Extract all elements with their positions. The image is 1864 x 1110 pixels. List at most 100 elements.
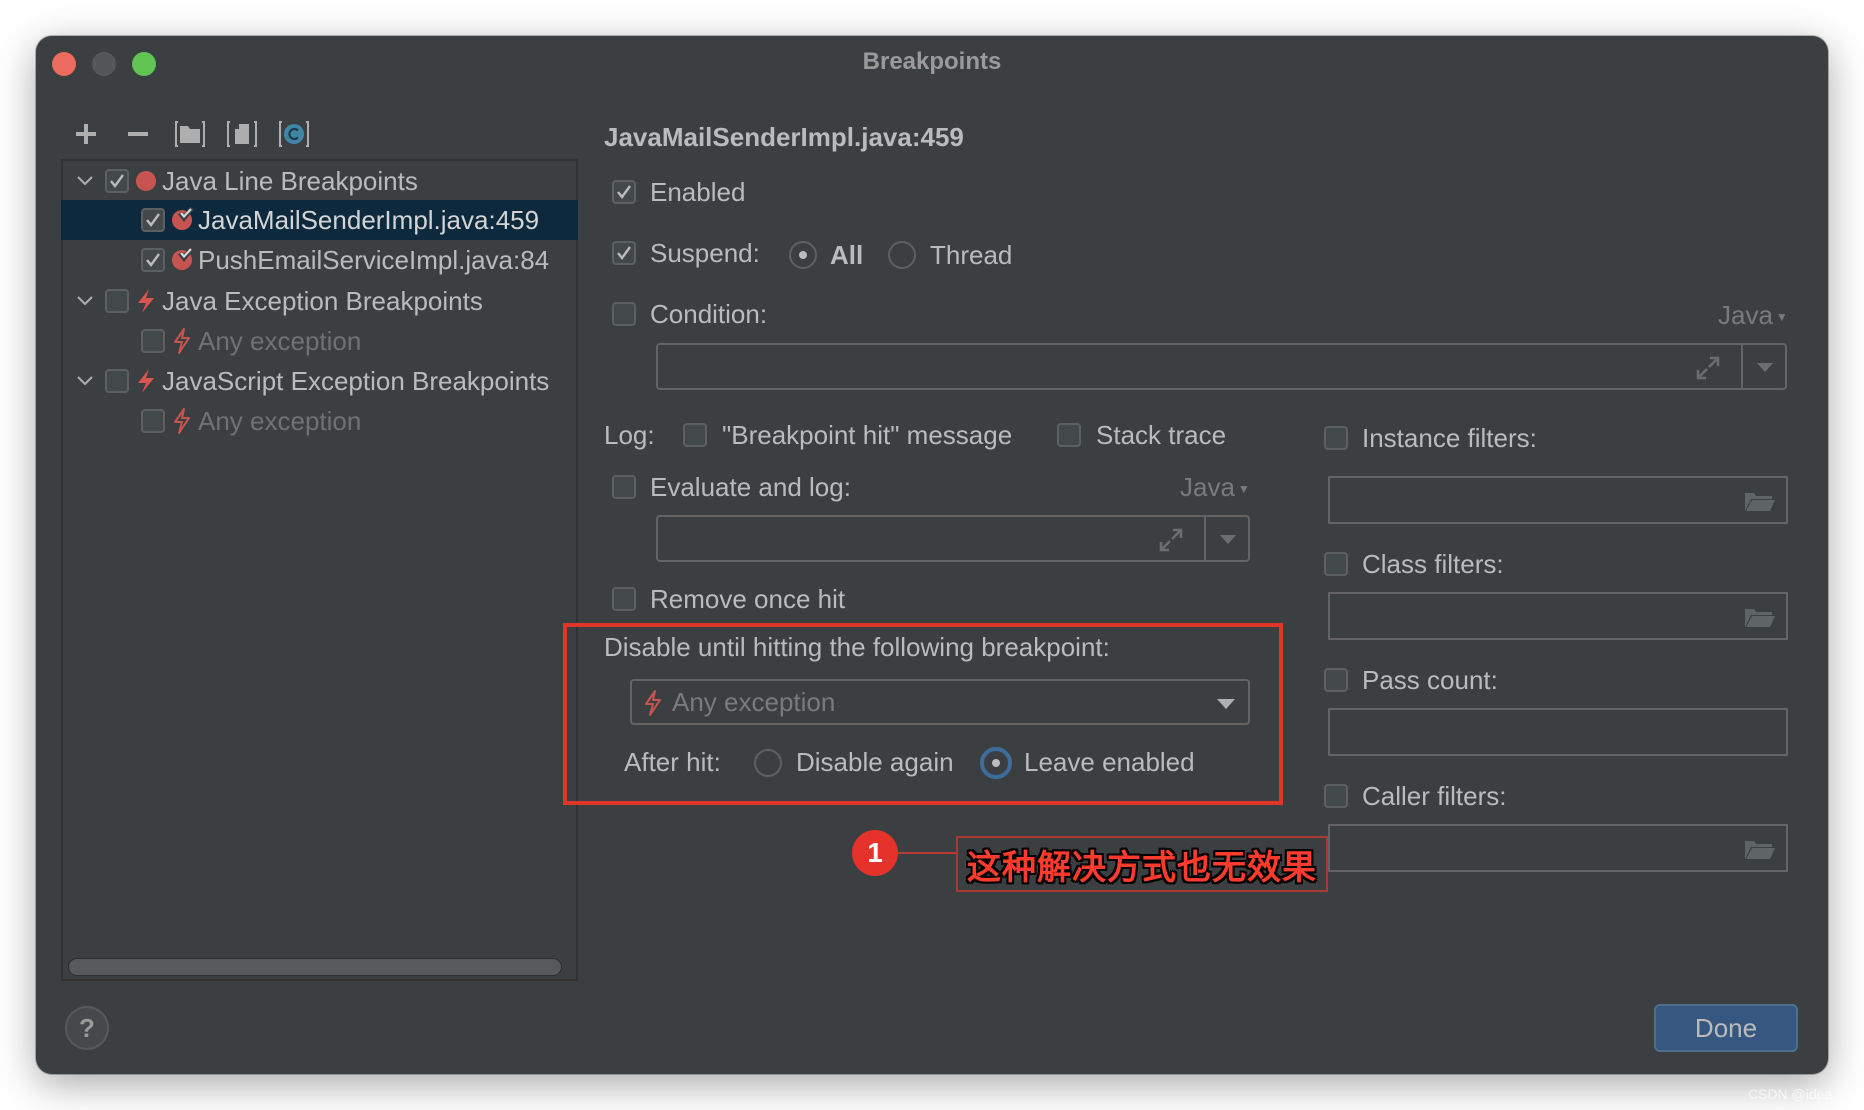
suspend-thread-label: Thread xyxy=(930,240,1013,270)
add-breakpoint-button[interactable] xyxy=(71,120,101,148)
pass-count-input[interactable] xyxy=(1328,708,1788,756)
suspend-all-radio[interactable] xyxy=(789,241,817,269)
log-breakpoint-hit-label: "Breakpoint hit" message xyxy=(722,420,1013,450)
condition-input[interactable] xyxy=(656,343,1787,390)
checkmark-icon xyxy=(146,253,160,267)
evaluate-history-divider xyxy=(1204,517,1206,560)
tree-item-label: Java Line Breakpoints xyxy=(162,166,418,196)
tree-item-label: Any exception xyxy=(198,406,362,436)
tree-item-label: JavaMailSenderImpl.java:459 xyxy=(198,205,540,235)
tree-breakpoint-row[interactable]: Any exception xyxy=(61,321,578,361)
remove-once-hit-checkbox[interactable] xyxy=(612,587,636,611)
breakpoint-check-icon xyxy=(171,206,195,238)
chevron-down-icon: ▼ xyxy=(1237,482,1250,497)
log-breakpoint-hit-checkbox[interactable] xyxy=(683,423,707,447)
tree-item-checkbox[interactable] xyxy=(141,409,165,433)
lightning-icon xyxy=(135,288,157,321)
tree-item-label: Any exception xyxy=(198,326,362,356)
group-by-class-button[interactable] xyxy=(279,120,309,148)
tree-item-label: PushEmailServiceImpl.java:84 xyxy=(198,245,550,275)
breakpoint-check-icon xyxy=(171,246,195,278)
file-bracket-icon xyxy=(227,121,257,147)
log-stack-trace-label: Stack trace xyxy=(1096,420,1227,450)
enabled-label: Enabled xyxy=(650,177,746,207)
remove-breakpoint-button[interactable] xyxy=(123,120,153,148)
tree-item-checkbox[interactable] xyxy=(105,369,129,393)
annotation-connector xyxy=(898,852,956,854)
caller-filters-checkbox[interactable] xyxy=(1324,784,1348,808)
tree-item-checkbox[interactable] xyxy=(141,329,165,353)
instance-filters-input[interactable] xyxy=(1328,476,1788,524)
caller-filters-input[interactable] xyxy=(1328,824,1788,872)
remove-once-hit-label: Remove once hit xyxy=(650,584,846,614)
watermark: CSDN @idea xyxy=(1748,1086,1833,1102)
class-filters-input[interactable] xyxy=(1328,592,1788,640)
condition-history-divider xyxy=(1741,345,1743,388)
done-button[interactable]: Done xyxy=(1654,1004,1798,1052)
condition-language: Java xyxy=(1718,300,1773,330)
tree-group-row[interactable]: Java Exception Breakpoints xyxy=(61,281,578,321)
evaluate-and-log-label: Evaluate and log: xyxy=(650,472,851,502)
checkmark-icon xyxy=(110,174,124,188)
tree-item-checkbox[interactable] xyxy=(105,289,129,313)
chevron-down-icon[interactable] xyxy=(75,291,95,311)
tree-item-label: JavaScript Exception Breakpoints xyxy=(162,366,550,396)
tree-breakpoint-row[interactable]: PushEmailServiceImpl.java:84 xyxy=(61,240,578,280)
highlight-box xyxy=(563,623,1283,805)
log-label: Log: xyxy=(604,420,655,450)
tree-group-row[interactable]: JavaScript Exception Breakpoints xyxy=(61,361,578,401)
condition-checkbox[interactable] xyxy=(612,302,636,326)
expand-icon[interactable] xyxy=(1695,355,1721,381)
help-button[interactable]: ? xyxy=(65,1006,109,1050)
folder-bracket-icon xyxy=(175,121,205,147)
log-stack-trace-checkbox[interactable] xyxy=(1057,423,1081,447)
instance-filters-checkbox[interactable] xyxy=(1324,426,1348,450)
tree-item-label: Java Exception Breakpoints xyxy=(162,286,483,316)
chevron-down-icon[interactable] xyxy=(1218,533,1238,545)
pass-count-label: Pass count: xyxy=(1362,665,1498,695)
checkmark-icon xyxy=(617,185,631,199)
lightning-icon xyxy=(135,368,157,401)
breakpoint-heading: JavaMailSenderImpl.java:459 xyxy=(604,122,964,152)
evaluate-and-log-input[interactable] xyxy=(656,515,1250,562)
annotation-callout: 这种解决方式也无效果 xyxy=(956,836,1328,892)
evaluate-and-log-checkbox[interactable] xyxy=(612,475,636,499)
chevron-down-icon[interactable] xyxy=(75,371,95,391)
tree-item-checkbox[interactable] xyxy=(105,169,129,193)
tree-horizontal-scrollbar[interactable] xyxy=(68,958,562,976)
lightning-outline-icon xyxy=(171,328,193,361)
evaluate-language: Java xyxy=(1180,472,1235,502)
suspend-all-label: All xyxy=(830,240,864,270)
tree-item-checkbox[interactable] xyxy=(141,208,165,232)
folder-open-icon[interactable] xyxy=(1744,490,1776,512)
group-by-file-button[interactable] xyxy=(227,120,257,148)
group-by-package-button[interactable] xyxy=(175,120,205,148)
class-filters-checkbox[interactable] xyxy=(1324,552,1348,576)
checkmark-icon xyxy=(146,213,160,227)
class-bracket-icon xyxy=(279,121,309,147)
expand-icon[interactable] xyxy=(1158,527,1184,553)
folder-open-icon[interactable] xyxy=(1744,838,1776,860)
chevron-down-icon: ▼ xyxy=(1775,310,1788,325)
chevron-down-icon[interactable] xyxy=(1755,361,1775,373)
annotation-text: 这种解决方式也无效果 xyxy=(967,848,1317,887)
instance-filters-label: Instance filters: xyxy=(1362,423,1537,453)
tree-breakpoint-row[interactable]: Any exception xyxy=(61,401,578,441)
breakpoint-dot-icon xyxy=(135,168,157,199)
chevron-down-icon[interactable] xyxy=(75,171,95,191)
tree-group-row[interactable]: Java Line Breakpoints xyxy=(61,161,578,201)
suspend-thread-radio[interactable] xyxy=(888,241,916,269)
evaluate-language-selector[interactable]: Java ▼ xyxy=(1180,472,1250,504)
folder-open-icon[interactable] xyxy=(1744,606,1776,628)
condition-language-selector[interactable]: Java ▼ xyxy=(1718,300,1788,332)
minus-icon xyxy=(128,132,148,136)
pass-count-checkbox[interactable] xyxy=(1324,668,1348,692)
plus-icon xyxy=(76,124,96,144)
caller-filters-label: Caller filters: xyxy=(1362,781,1507,811)
enabled-checkbox[interactable] xyxy=(612,180,636,204)
tree-item-checkbox[interactable] xyxy=(141,248,165,272)
window-title: Breakpoints xyxy=(862,48,1002,75)
annotation-number-badge: 1 xyxy=(852,830,898,876)
suspend-checkbox[interactable] xyxy=(612,241,636,265)
tree-breakpoint-row[interactable]: JavaMailSenderImpl.java:459 xyxy=(61,200,578,240)
